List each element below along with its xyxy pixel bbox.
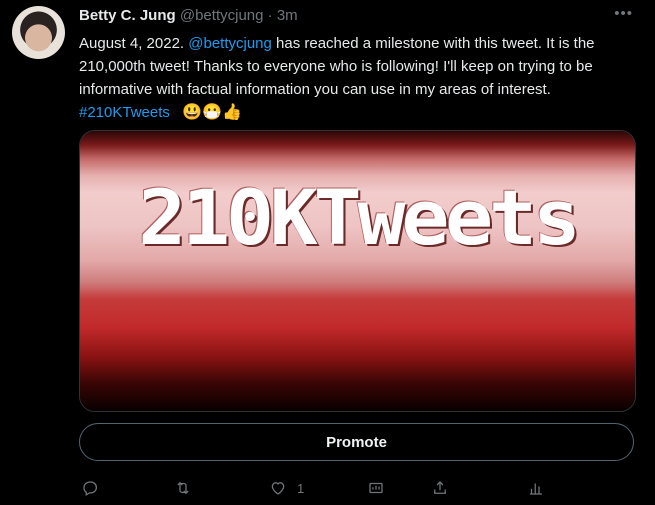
analytics-icon (369, 482, 383, 494)
share-button[interactable] (431, 476, 449, 500)
author-handle[interactable]: @bettycjung (180, 7, 264, 24)
reply-button[interactable] (81, 476, 99, 500)
hashtag-link[interactable]: #210KTweets (79, 104, 170, 121)
tweet-text-part: August 4, 2022. (79, 35, 189, 52)
mention-link[interactable]: @bettycjung (188, 35, 272, 52)
separator: · (267, 7, 273, 24)
reply-icon (83, 481, 98, 496)
emoji-group: 😃😷👍 (182, 104, 243, 121)
tweet-header: Betty C. Jung @bettycjung · 3m (79, 6, 298, 26)
retweet-icon (177, 481, 189, 495)
views-button[interactable] (527, 476, 545, 500)
timestamp[interactable]: 3m (277, 7, 298, 24)
media-banner-text: 210KTweets (138, 173, 581, 262)
tweet-actions: 1 (79, 476, 549, 500)
more-options-icon[interactable]: ••• (614, 6, 633, 21)
heart-icon (271, 482, 285, 495)
bar-chart-icon (530, 483, 542, 495)
author-name[interactable]: Betty C. Jung (79, 7, 176, 24)
like-count: 1 (297, 480, 305, 496)
avatar[interactable] (12, 6, 65, 59)
promote-button[interactable]: Promote (79, 423, 634, 461)
analytics-button[interactable] (367, 476, 385, 500)
tweet-media[interactable]: 210KTweets (79, 130, 636, 412)
tweet[interactable]: Betty C. Jung @bettycjung · 3m ••• Augus… (0, 0, 655, 505)
like-button[interactable]: 1 (269, 476, 304, 500)
retweet-button[interactable] (174, 476, 192, 500)
share-icon (434, 481, 446, 494)
tweet-text: August 4, 2022. @bettycjung has reached … (79, 32, 639, 124)
